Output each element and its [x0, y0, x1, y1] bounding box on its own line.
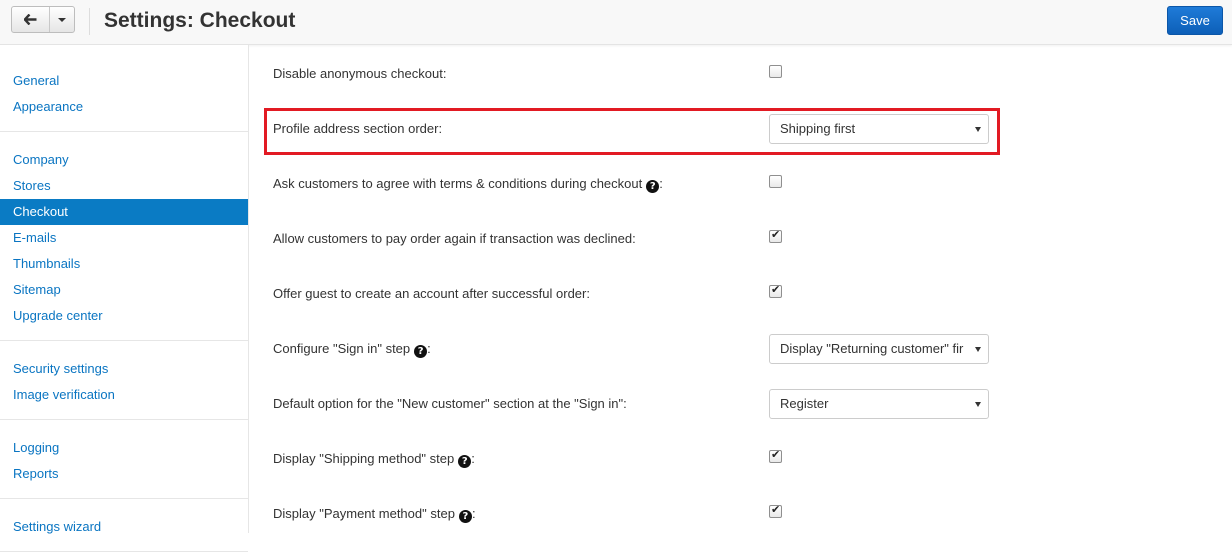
- question-circle-icon[interactable]: ?: [458, 510, 472, 523]
- sidebar-item-sitemap[interactable]: Sitemap: [0, 277, 248, 303]
- setting-label-text: Configure "Sign in" step: [273, 341, 411, 356]
- checkmark-icon: ✔: [771, 503, 781, 516]
- setting-label: Configure "Sign in" step?:: [273, 341, 431, 358]
- setting-label: Profile address section order:: [273, 121, 443, 136]
- sidebar-group: Logging Reports: [0, 420, 248, 499]
- sign-in-step-select[interactable]: Display "Returning customer" fir: [769, 334, 989, 364]
- setting-row: Display "Shipping method" step?: ✔: [249, 430, 1232, 485]
- setting-row: Display "Payment method" step?: ✔: [249, 485, 1232, 540]
- label-suffix: :: [471, 451, 475, 466]
- back-button[interactable]: [12, 7, 50, 32]
- select-value: Shipping first: [780, 121, 856, 136]
- save-button[interactable]: Save: [1167, 6, 1223, 35]
- profile-address-order-select[interactable]: Shipping first: [769, 114, 989, 144]
- sidebar-item-stores[interactable]: Stores: [0, 173, 248, 199]
- sidebar-item-thumbnails[interactable]: Thumbnails: [0, 251, 248, 277]
- setting-label-text: Display "Payment method" step: [273, 506, 455, 521]
- setting-row: Ask customers to agree with terms & cond…: [249, 155, 1232, 210]
- question-circle-icon[interactable]: ?: [646, 180, 660, 193]
- select-value: Register: [780, 396, 829, 411]
- arrow-left-icon: [24, 14, 37, 25]
- question-circle-icon[interactable]: ?: [458, 455, 472, 468]
- setting-row: Allow customers to pay order again if tr…: [249, 210, 1232, 265]
- sidebar-item-settings-wizard[interactable]: Settings wizard: [0, 514, 248, 540]
- setting-row: Profile address section order: Shipping …: [249, 100, 1232, 155]
- chevron-down-icon: [975, 402, 981, 407]
- back-button-group: [11, 6, 75, 33]
- payment-step-checkbox[interactable]: ✔: [769, 503, 782, 518]
- page-title: Settings: Checkout: [104, 9, 296, 32]
- sidebar-item-emails[interactable]: E-mails: [0, 225, 248, 251]
- chevron-down-icon: [58, 17, 66, 22]
- setting-label: Display "Shipping method" step?:: [273, 451, 475, 468]
- sidebar-item-logging[interactable]: Logging: [0, 435, 248, 461]
- sidebar-item-image-verification[interactable]: Image verification: [0, 382, 248, 408]
- sidebar-item-upgrade-center[interactable]: Upgrade center: [0, 303, 248, 329]
- chevron-down-icon: [975, 127, 981, 132]
- sidebar-item-appearance[interactable]: Appearance: [0, 94, 248, 120]
- setting-label: Disable anonymous checkout:: [273, 66, 447, 81]
- top-toolbar: Settings: Checkout Save: [0, 0, 1232, 45]
- sidebar-item-security-settings[interactable]: Security settings: [0, 356, 248, 382]
- disable-anonymous-checkbox[interactable]: [769, 65, 782, 78]
- agree-terms-checkbox[interactable]: [769, 175, 782, 188]
- sidebar-group: Settings wizard: [0, 499, 248, 552]
- pay-again-checkbox[interactable]: ✔: [769, 228, 782, 243]
- setting-row: Offer guest to create an account after s…: [249, 265, 1232, 320]
- question-circle-icon[interactable]: ?: [414, 345, 428, 358]
- chevron-down-icon: [975, 347, 981, 352]
- setting-label: Ask customers to agree with terms & cond…: [273, 176, 663, 193]
- setting-label: Display "Payment method" step?:: [273, 506, 476, 523]
- label-suffix: :: [471, 506, 476, 521]
- setting-label: Allow customers to pay order again if tr…: [273, 231, 636, 246]
- sidebar-group: General Appearance: [0, 45, 248, 132]
- sidebar-group: Security settings Image verification: [0, 341, 248, 420]
- sidebar-item-company[interactable]: Company: [0, 147, 248, 173]
- offer-account-checkbox[interactable]: ✔: [769, 283, 782, 298]
- select-value: Display "Returning customer" fir: [780, 341, 964, 356]
- setting-label: Default option for the "New customer" se…: [273, 396, 627, 411]
- settings-sidebar: General Appearance Company Stores Checko…: [0, 45, 249, 552]
- setting-row: Default option for the "New customer" se…: [249, 375, 1232, 430]
- setting-label-text: Display "Shipping method" step: [273, 451, 455, 466]
- sidebar-item-checkout[interactable]: Checkout: [0, 199, 248, 225]
- setting-label: Offer guest to create an account after s…: [273, 286, 590, 301]
- setting-row: Disable anonymous checkout:: [249, 45, 1232, 100]
- label-suffix: :: [427, 341, 431, 356]
- header-divider: [89, 8, 90, 35]
- sidebar-item-reports[interactable]: Reports: [0, 461, 248, 487]
- sidebar-item-general[interactable]: General: [0, 68, 248, 94]
- sidebar-group: Company Stores Checkout E-mails Thumbnai…: [0, 132, 248, 341]
- new-customer-default-select[interactable]: Register: [769, 389, 989, 419]
- checkmark-icon: ✔: [771, 283, 781, 296]
- settings-form: Disable anonymous checkout: Profile addr…: [249, 45, 1232, 533]
- checkmark-icon: ✔: [771, 228, 781, 241]
- shipping-step-checkbox[interactable]: ✔: [769, 448, 782, 463]
- label-suffix: :: [659, 176, 663, 191]
- back-dropdown-toggle[interactable]: [50, 7, 74, 32]
- setting-label-text: Ask customers to agree with terms & cond…: [273, 176, 643, 191]
- setting-row: Configure "Sign in" step?: Display "Retu…: [249, 320, 1232, 375]
- checkmark-icon: ✔: [771, 448, 781, 461]
